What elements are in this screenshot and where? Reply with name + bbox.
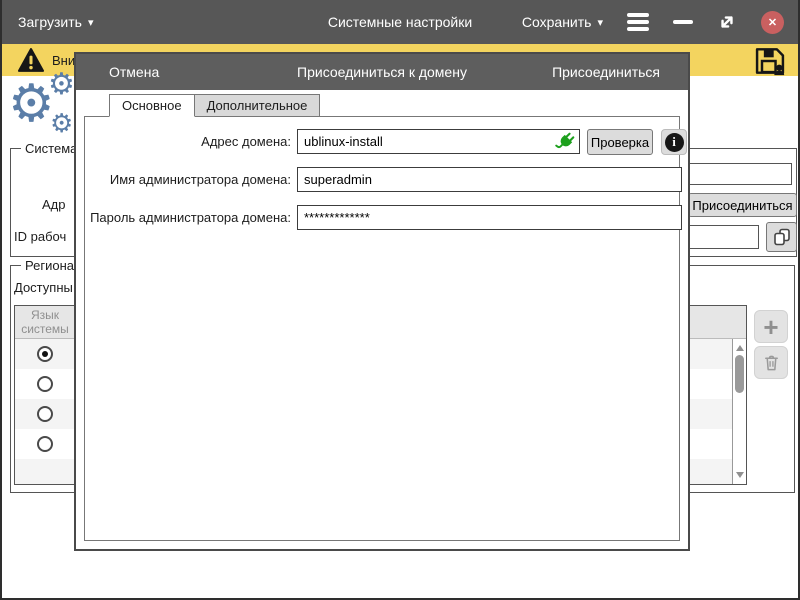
save-menu-button[interactable]: Сохранить ▾	[522, 14, 603, 30]
connection-ok-plug-icon	[555, 131, 576, 152]
info-button[interactable]: i	[661, 129, 687, 155]
join-button[interactable]: Присоединиться	[552, 64, 660, 80]
close-icon[interactable]: ✕	[761, 11, 784, 34]
fullscreen-expand-icon[interactable]	[717, 12, 737, 32]
table-row	[15, 429, 75, 459]
plus-icon: +	[763, 314, 778, 340]
table-scrollbar[interactable]	[732, 339, 746, 484]
address-label: Адр	[42, 197, 66, 212]
minimize-icon[interactable]	[673, 20, 693, 24]
chevron-down-icon: ▾	[597, 16, 603, 29]
info-icon: i	[665, 133, 684, 152]
scroll-up-icon[interactable]	[736, 345, 744, 351]
language-radio[interactable]	[37, 346, 53, 362]
domain-address-label: Адрес домена:	[89, 134, 291, 149]
add-language-button[interactable]: +	[754, 310, 788, 343]
titlebar: Загрузить ▾ Системные настройки Сохранит…	[2, 0, 798, 44]
tab-main[interactable]: Основное	[109, 94, 195, 117]
table-row	[15, 369, 75, 399]
admin-name-input[interactable]	[297, 167, 682, 192]
workstation-id-label: ID рабоч	[14, 229, 66, 244]
admin-password-input[interactable]	[297, 205, 682, 230]
table-row	[15, 399, 75, 429]
copy-icon	[772, 227, 792, 247]
background-join-button[interactable]: Присоединиться	[688, 193, 797, 217]
app-window: Загрузить ▾ Системные настройки Сохранит…	[0, 0, 800, 600]
language-radio[interactable]	[37, 436, 53, 452]
copy-button[interactable]	[766, 222, 797, 252]
domain-address-input[interactable]	[297, 129, 580, 154]
check-button[interactable]: Проверка	[587, 129, 653, 155]
language-column-header: Язык системы	[15, 308, 75, 337]
trash-icon	[762, 353, 781, 372]
available-languages-label: Доступны	[14, 280, 73, 295]
system-group-label: Система	[21, 141, 81, 156]
hamburger-menu-icon[interactable]	[627, 13, 649, 31]
dialog-content-frame: Адрес домена: Проверка i	[84, 116, 680, 541]
scrollbar-thumb[interactable]	[735, 355, 744, 393]
join-domain-dialog: Отмена Присоединиться к домену Присоедин…	[74, 52, 690, 551]
delete-language-button[interactable]	[754, 346, 788, 379]
tab-advanced[interactable]: Дополнительное	[195, 94, 321, 117]
table-row	[15, 339, 75, 369]
scroll-down-icon[interactable]	[736, 472, 744, 478]
language-radio[interactable]	[37, 376, 53, 392]
admin-password-label: Пароль администратора домена:	[89, 210, 291, 225]
save-menu-label: Сохранить	[522, 14, 592, 30]
dialog-header: Отмена Присоединиться к домену Присоедин…	[76, 54, 688, 90]
admin-name-label: Имя администратора домена:	[89, 172, 291, 187]
warning-triangle-icon	[18, 48, 44, 72]
dialog-tabs: Основное Дополнительное	[109, 94, 320, 117]
language-radio[interactable]	[37, 406, 53, 422]
settings-gears-icon: ⚙ ⚙ ⚙	[6, 74, 76, 148]
save-floppy-icon[interactable]	[754, 46, 786, 76]
